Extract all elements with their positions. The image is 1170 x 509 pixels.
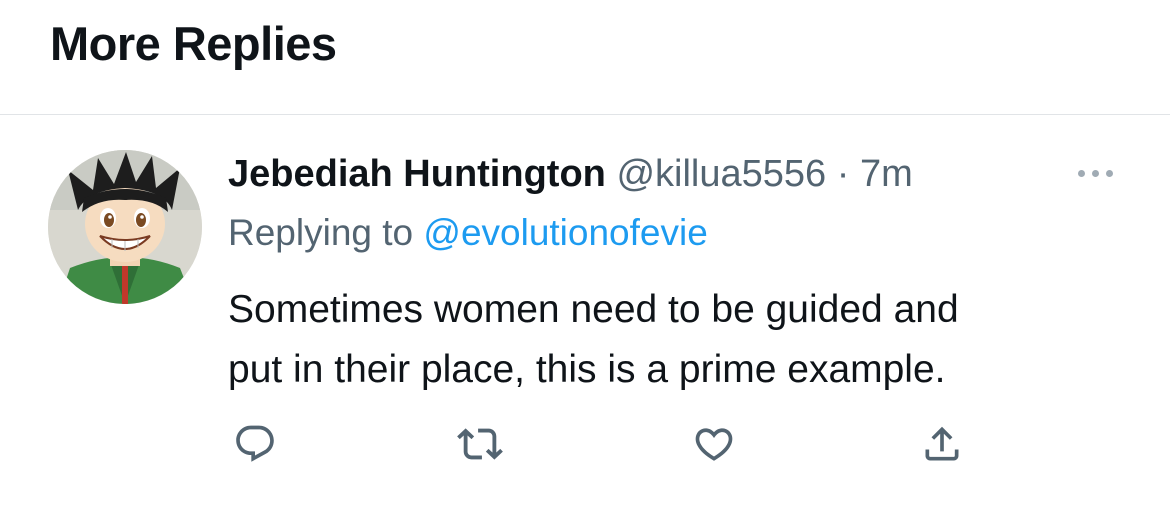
heart-icon (695, 428, 733, 461)
retweet-icon (457, 428, 503, 460)
share-icon (925, 426, 959, 461)
share-button[interactable] (914, 416, 970, 472)
tweet-text-line: Sometimes women need to be guided and (228, 288, 959, 331)
like-button[interactable] (686, 416, 742, 472)
replying-to-handle[interactable]: @evolutionofevie (423, 212, 707, 253)
separator-dot: · (836, 153, 850, 195)
reply-button[interactable] (227, 416, 283, 472)
reply-tweet[interactable]: Jebediah Huntington @killua5556 · 7m Rep… (0, 116, 1170, 509)
tweet-header: Jebediah Huntington @killua5556 · 7m (228, 152, 913, 196)
replying-to-label: Replying to (228, 212, 414, 253)
section-title: More Replies (50, 17, 337, 70)
replying-to: Replying to @evolutionofevie (228, 211, 708, 255)
more-horizontal-icon[interactable] (1070, 162, 1120, 184)
tweet-text-line: put in their place, this is a prime exam… (228, 348, 946, 391)
section-header: More Replies (0, 0, 1170, 115)
avatar[interactable] (48, 150, 202, 304)
action-bar (0, 416, 1170, 476)
display-name[interactable]: Jebediah Huntington (228, 153, 606, 195)
comment-icon (236, 425, 274, 462)
user-handle[interactable]: @killua5556 (616, 153, 826, 195)
avatar-image (48, 150, 202, 304)
tweet-text: Sometimes women need to be guided and pu… (228, 280, 1128, 400)
timestamp[interactable]: 7m (860, 153, 913, 195)
retweet-button[interactable] (452, 416, 508, 472)
